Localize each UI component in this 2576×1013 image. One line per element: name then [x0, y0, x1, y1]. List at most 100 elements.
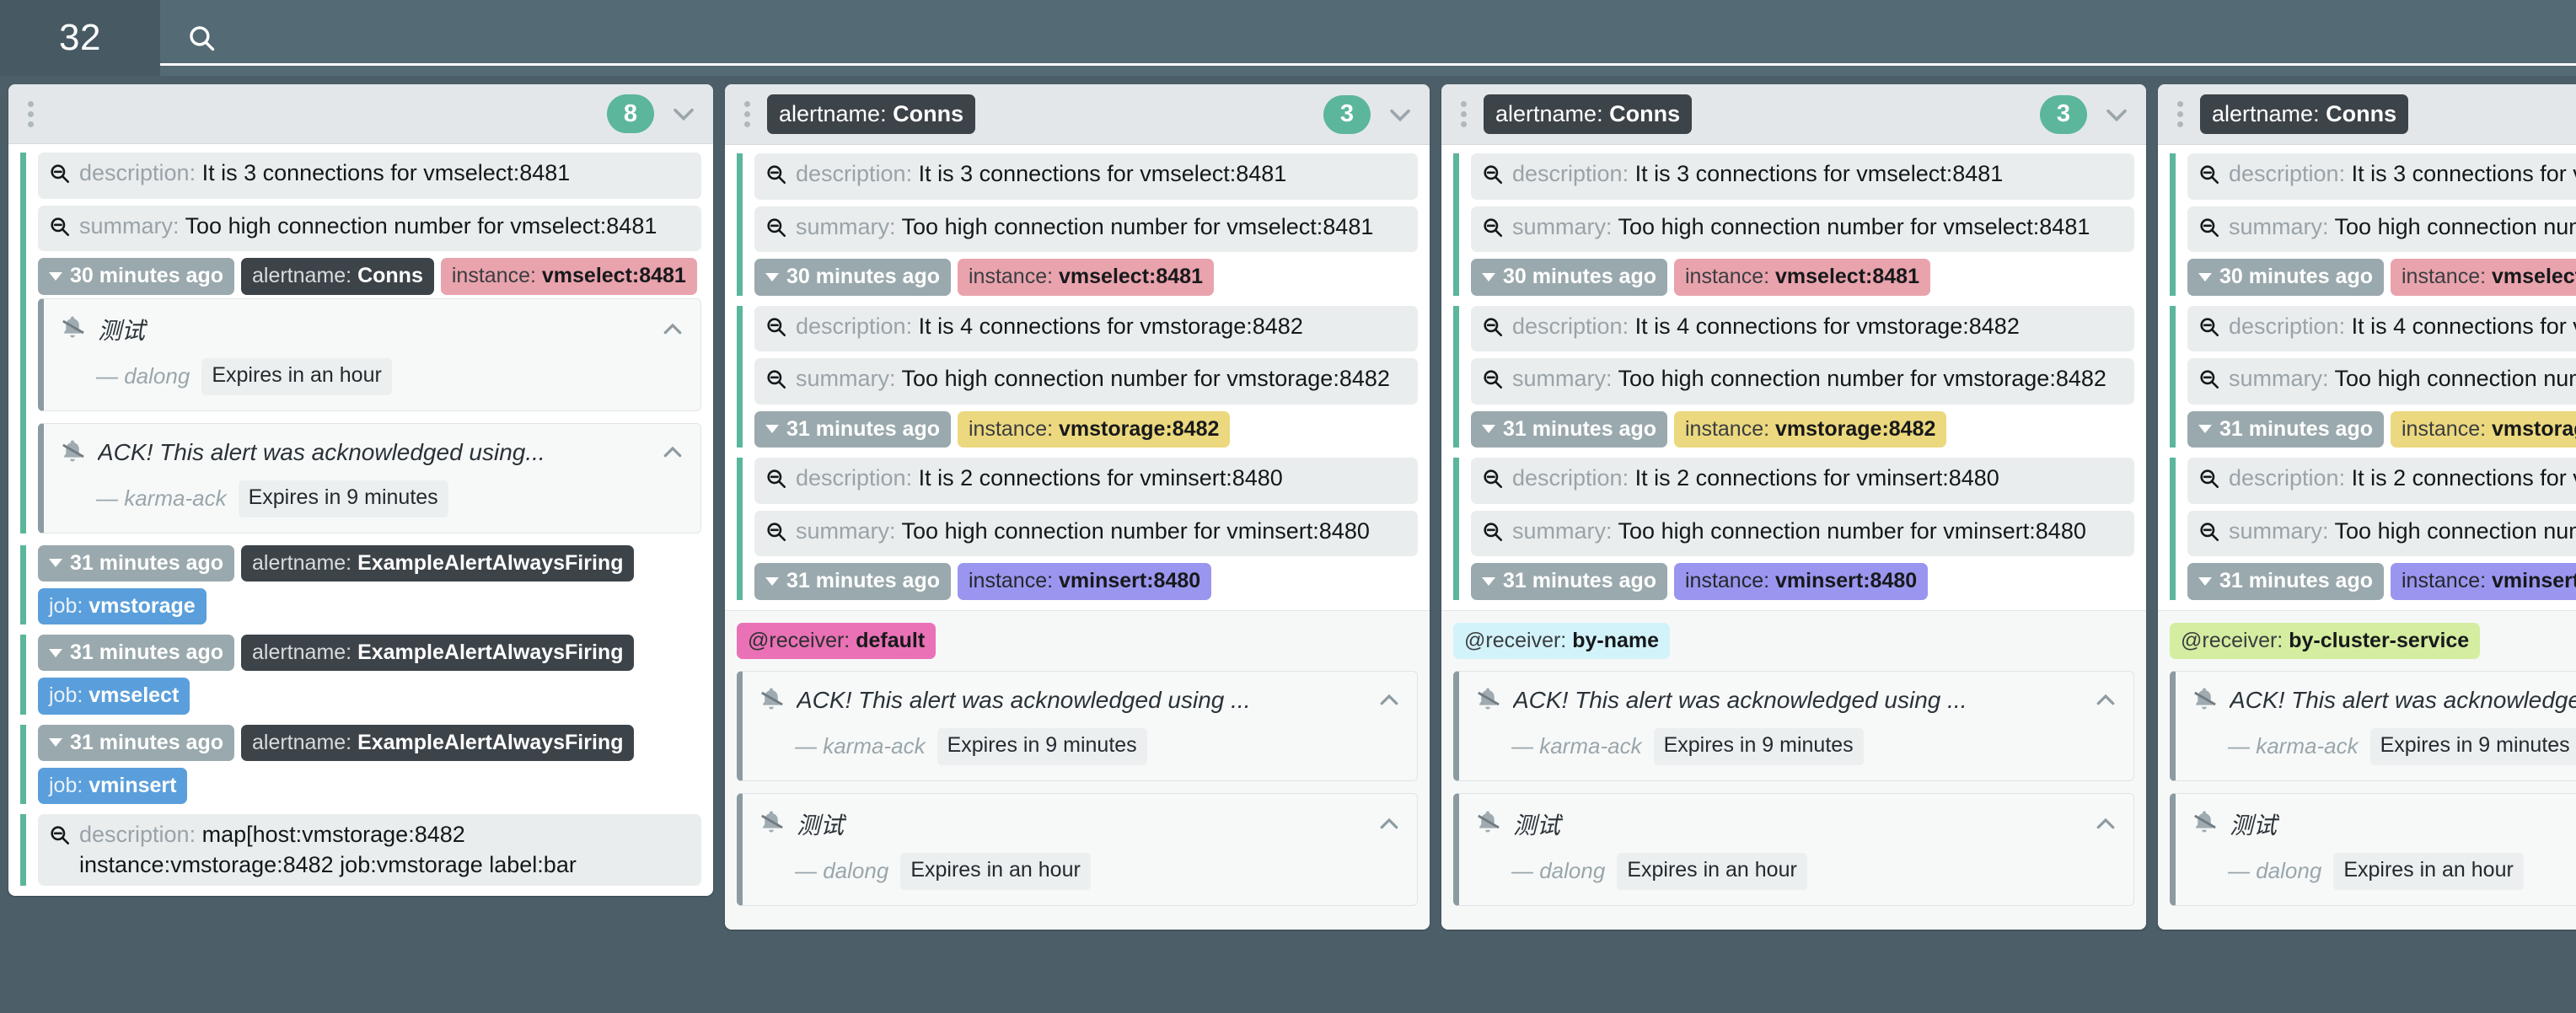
label-timestamp[interactable]: 31 minutes ago — [38, 635, 234, 672]
magnifier-minus-icon[interactable] — [1482, 163, 1504, 194]
magnifier-minus-icon[interactable] — [49, 163, 71, 193]
drag-handle-icon[interactable] — [1457, 101, 1470, 127]
alert-group-header[interactable]: alertname: Conns 3 — [725, 84, 1430, 145]
group-title-chip[interactable]: alertname: Conns — [767, 94, 976, 134]
silence-card[interactable]: 测试 — dalong Expires in an hour — [1453, 792, 2134, 906]
magnifier-minus-icon[interactable] — [2198, 368, 2220, 399]
silence-expires[interactable]: Expires in 9 minutes — [2369, 727, 2576, 765]
label-chip[interactable]: alertname: ExampleAlertAlwaysFiring — [241, 724, 635, 761]
label-timestamp[interactable]: 30 minutes ago — [754, 259, 951, 296]
label-key: instance: — [969, 569, 1054, 593]
search-bar[interactable] — [160, 0, 2576, 76]
silence-expires[interactable]: Expires in an hour — [201, 357, 392, 395]
drag-handle-icon[interactable] — [2173, 101, 2187, 127]
chevron-up-icon[interactable] — [660, 317, 685, 342]
chevron-down-icon[interactable] — [2102, 100, 2131, 129]
silence-card[interactable]: 测试 — dalong Expires in an hour — [737, 792, 1418, 906]
group-title-chip[interactable]: alertname: Conns — [2200, 94, 2409, 134]
label-chip[interactable]: instance: vmstorage:8482 — [958, 410, 1231, 448]
magnifier-minus-icon[interactable] — [2198, 316, 2220, 346]
silence-card[interactable]: ACK! This alert was acknowledged — karma-… — [2170, 670, 2576, 781]
silence-card[interactable]: ACK! This alert was acknowledged using..… — [38, 422, 701, 533]
group-alert-count-badge[interactable]: 8 — [607, 94, 654, 133]
label-chip[interactable]: instance: vmstorage:8482 — [2391, 410, 2576, 448]
label-chip[interactable]: job: vmselect — [38, 678, 191, 715]
receiver-chip[interactable]: @receiver: by-cluster-service — [2170, 622, 2481, 659]
label-chip[interactable]: instance: vmselect:8481 — [440, 258, 697, 295]
receiver-chip[interactable]: @receiver: default — [737, 622, 936, 659]
chevron-up-icon[interactable] — [2093, 812, 2118, 837]
magnifier-minus-icon[interactable] — [765, 368, 787, 399]
magnifier-minus-icon[interactable] — [1482, 368, 1504, 399]
magnifier-minus-icon[interactable] — [49, 824, 71, 855]
chevron-down-icon[interactable] — [669, 99, 698, 128]
label-chip[interactable]: instance: vminsert:8480 — [958, 563, 1212, 600]
magnifier-minus-icon[interactable] — [1482, 316, 1504, 346]
magnifier-minus-icon[interactable] — [1482, 217, 1504, 247]
label-timestamp[interactable]: 31 minutes ago — [2187, 410, 2384, 448]
group-title-chip[interactable]: alertname: Conns — [1484, 94, 1693, 134]
magnifier-minus-icon[interactable] — [1482, 521, 1504, 551]
silence-card[interactable]: ACK! This alert was acknowledged using .… — [1453, 670, 2134, 781]
chevron-up-icon[interactable] — [1377, 812, 1402, 837]
chevron-down-icon[interactable] — [1386, 100, 1414, 129]
label-timestamp[interactable]: 31 minutes ago — [754, 410, 951, 448]
label-chip[interactable]: job: vmstorage — [38, 587, 207, 624]
magnifier-minus-icon[interactable] — [2198, 163, 2220, 194]
label-chip[interactable]: job: vminsert — [38, 767, 188, 804]
label-key: instance: — [451, 264, 536, 288]
drag-handle-icon[interactable] — [740, 101, 754, 127]
alert-group-header[interactable]: alertname: Conns — [2158, 84, 2576, 145]
label-timestamp[interactable]: 30 minutes ago — [38, 258, 234, 295]
label-chip[interactable]: alertname: ExampleAlertAlwaysFiring — [241, 544, 635, 582]
label-chip[interactable]: instance: vmselect:8481 — [1674, 259, 1930, 296]
label-timestamp-text: 31 minutes ago — [786, 416, 940, 441]
chevron-up-icon[interactable] — [660, 440, 685, 465]
search-input[interactable] — [216, 19, 2576, 47]
label-chip[interactable]: instance: vmselect:8481 — [958, 259, 1214, 296]
silence-card[interactable]: 测试 — dalong Expires in an hour — [2170, 792, 2576, 906]
label-timestamp[interactable]: 31 minutes ago — [1471, 563, 1667, 600]
label-chip[interactable]: alertname: ExampleAlertAlwaysFiring — [241, 635, 635, 672]
magnifier-minus-icon[interactable] — [2198, 217, 2220, 247]
silence-expires[interactable]: Expires in an hour — [1617, 852, 1807, 890]
silence-expires[interactable]: Expires in 9 minutes — [1653, 727, 1864, 765]
receiver-chip[interactable]: @receiver: by-name — [1453, 622, 1671, 659]
drag-handle-icon[interactable] — [24, 100, 37, 127]
group-alert-count-badge[interactable]: 3 — [2040, 94, 2087, 134]
chevron-up-icon[interactable] — [2093, 688, 2118, 713]
label-timestamp[interactable]: 31 minutes ago — [38, 544, 234, 582]
label-timestamp[interactable]: 30 minutes ago — [2187, 259, 2384, 296]
label-chip[interactable]: alertname: Conns — [241, 258, 434, 295]
alert-group-header[interactable]: alertname: Conns 3 — [1441, 84, 2146, 145]
silence-card[interactable]: 测试 — dalong Expires in an hour — [38, 297, 701, 411]
label-chip[interactable]: instance: vminsert:8480 — [2391, 563, 2576, 600]
silence-card[interactable]: ACK! This alert was acknowledged using .… — [737, 670, 1418, 781]
label-chip[interactable]: instance: vmselect:8481 — [2391, 259, 2576, 296]
silence-expires[interactable]: Expires in an hour — [2333, 852, 2524, 890]
magnifier-minus-icon[interactable] — [2198, 468, 2220, 498]
magnifier-minus-icon[interactable] — [765, 217, 787, 247]
label-chip[interactable]: instance: vmstorage:8482 — [1674, 410, 1947, 448]
magnifier-minus-icon[interactable] — [765, 521, 787, 551]
magnifier-minus-icon[interactable] — [49, 216, 71, 246]
annotation-key: summary: — [1512, 366, 1613, 392]
magnifier-minus-icon[interactable] — [765, 316, 787, 346]
alert-group-header[interactable]: 8 — [8, 84, 713, 144]
label-timestamp[interactable]: 31 minutes ago — [754, 563, 951, 600]
alert-count-badge[interactable]: 32 — [0, 0, 160, 76]
label-chip[interactable]: instance: vminsert:8480 — [1674, 563, 1929, 600]
label-timestamp[interactable]: 31 minutes ago — [2187, 563, 2384, 600]
magnifier-minus-icon[interactable] — [765, 468, 787, 498]
magnifier-minus-icon[interactable] — [1482, 468, 1504, 498]
label-timestamp[interactable]: 31 minutes ago — [1471, 410, 1667, 448]
magnifier-minus-icon[interactable] — [765, 163, 787, 194]
magnifier-minus-icon[interactable] — [2198, 521, 2220, 551]
group-alert-count-badge[interactable]: 3 — [1323, 94, 1371, 134]
silence-expires[interactable]: Expires in 9 minutes — [936, 727, 1147, 765]
label-timestamp[interactable]: 30 minutes ago — [1471, 259, 1667, 296]
chevron-up-icon[interactable] — [1377, 688, 1402, 713]
silence-expires[interactable]: Expires in 9 minutes — [238, 480, 448, 517]
silence-expires[interactable]: Expires in an hour — [900, 852, 1091, 890]
label-timestamp[interactable]: 31 minutes ago — [38, 724, 234, 761]
